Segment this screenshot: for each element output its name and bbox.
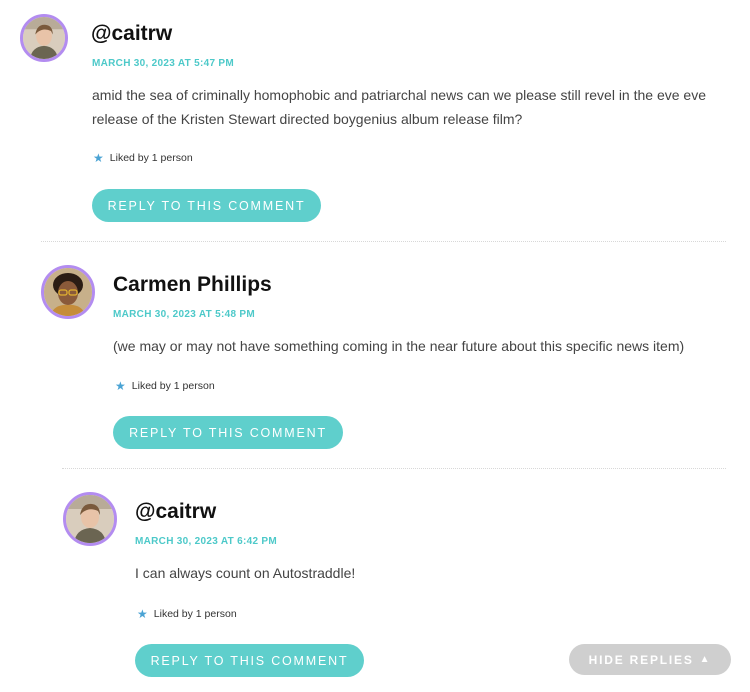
comment-date[interactable]: MARCH 30, 2023 AT 5:47 PM <box>92 58 234 69</box>
comment-author[interactable]: @caitrw <box>135 500 216 524</box>
likes-row: ★ Liked by 1 person <box>115 380 215 392</box>
likes-text[interactable]: Liked by 1 person <box>154 608 237 620</box>
likes-text[interactable]: Liked by 1 person <box>110 152 193 164</box>
avatar-image <box>44 268 92 316</box>
divider <box>41 241 726 242</box>
comment-text: amid the sea of criminally homophobic an… <box>92 87 706 127</box>
star-icon: ★ <box>137 607 148 621</box>
hide-replies-button[interactable]: HIDE REPLIES ▲ <box>569 644 731 675</box>
reply-button[interactable]: REPLY TO THIS COMMENT <box>113 416 343 449</box>
star-icon: ★ <box>115 379 126 393</box>
reply-button[interactable]: REPLY TO THIS COMMENT <box>92 189 321 222</box>
avatar[interactable] <box>41 265 95 319</box>
comment-text: (we may or may not have something coming… <box>113 338 685 354</box>
comment-author[interactable]: Carmen Phillips <box>113 273 272 297</box>
avatar-image <box>66 495 114 543</box>
hide-replies-label: HIDE REPLIES <box>588 652 694 667</box>
star-icon: ★ <box>93 151 104 165</box>
avatar[interactable] <box>20 14 68 62</box>
comment-author[interactable]: @caitrw <box>91 22 172 46</box>
divider <box>62 468 726 469</box>
likes-row: ★ Liked by 1 person <box>137 608 237 620</box>
triangle-up-icon: ▲ <box>699 654 712 665</box>
comment-date[interactable]: MARCH 30, 2023 AT 5:48 PM <box>113 309 255 320</box>
avatar[interactable] <box>63 492 117 546</box>
reply-button[interactable]: REPLY TO THIS COMMENT <box>135 644 364 677</box>
comment-date[interactable]: MARCH 30, 2023 AT 6:42 PM <box>135 536 277 547</box>
likes-row: ★ Liked by 1 person <box>93 152 193 164</box>
likes-text[interactable]: Liked by 1 person <box>132 380 215 392</box>
comment-text: I can always count on Autostraddle! <box>135 565 356 581</box>
avatar-image <box>23 17 65 59</box>
